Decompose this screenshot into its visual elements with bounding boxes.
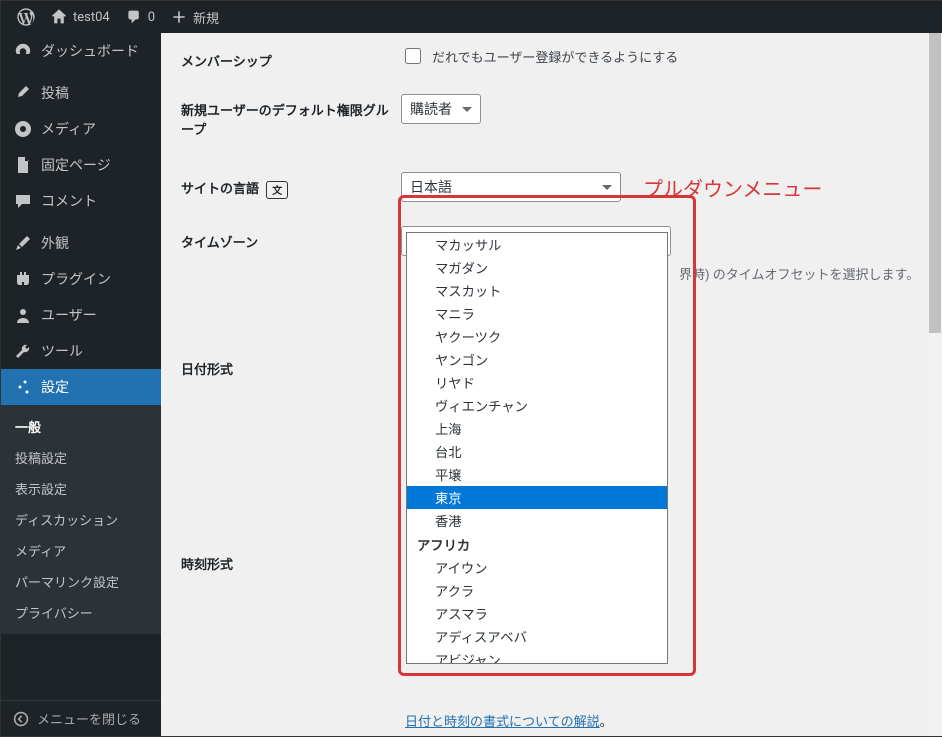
menu-appearance[interactable]: 外観: [1, 225, 161, 261]
default-role-label: 新規ユーザーのデフォルト権限グループ: [181, 94, 401, 138]
user-icon: [13, 305, 33, 325]
submenu-general[interactable]: 一般: [1, 411, 161, 442]
timezone-option[interactable]: アディスアベバ: [407, 625, 667, 648]
timezone-option[interactable]: ヤンゴン: [407, 348, 667, 371]
date-format-label: 日付形式: [181, 353, 401, 378]
membership-label: メンバーシップ: [181, 45, 401, 70]
menu-plugins[interactable]: プラグイン: [1, 261, 161, 297]
language-select[interactable]: 日本語: [401, 172, 621, 202]
menu-settings[interactable]: 設定: [1, 369, 161, 405]
menu-media[interactable]: メディア: [1, 111, 161, 147]
timezone-option[interactable]: 上海: [407, 417, 667, 440]
menu-users[interactable]: ユーザー: [1, 297, 161, 333]
menu-pages[interactable]: 固定ページ: [1, 147, 161, 183]
menu-label: 投稿: [41, 83, 69, 103]
row-membership: メンバーシップ だれでもユーザー登録ができるようにする: [181, 45, 923, 70]
media-icon: [13, 119, 33, 139]
timezone-option[interactable]: アクラ: [407, 579, 667, 602]
menu-label: ツール: [41, 341, 83, 361]
time-format-label: 時刻形式: [181, 548, 401, 573]
home-icon: [51, 9, 67, 25]
menu-label: コメント: [41, 191, 97, 211]
row-language: サイトの言語 文 日本語 プルダウンメニュー: [181, 172, 923, 202]
timezone-option[interactable]: ヴィエンチャン: [407, 394, 667, 417]
timezone-option[interactable]: リヤド: [407, 371, 667, 394]
timezone-label: タイムゾーン: [181, 226, 401, 251]
timezone-option[interactable]: マニラ: [407, 302, 667, 325]
collapse-menu[interactable]: メニューを閉じる: [1, 700, 161, 736]
timezone-option[interactable]: アビジャン: [407, 648, 667, 664]
language-label: サイトの言語 文: [181, 172, 401, 199]
timezone-option[interactable]: 東京: [407, 486, 667, 509]
admin-bar: test04 0 新規: [1, 1, 942, 33]
timezone-option[interactable]: 台北: [407, 440, 667, 463]
collapse-label: メニューを閉じる: [37, 709, 141, 728]
pin-icon: [13, 83, 33, 103]
plugin-icon: [13, 269, 33, 289]
timezone-listbox[interactable]: マカッサルマガダンマスカットマニラヤクーツクヤンゴンリヤドヴィエンチャン上海台北…: [406, 232, 668, 664]
comments-bubble[interactable]: 0: [118, 9, 163, 25]
timezone-optgroup: アフリカ: [407, 532, 667, 556]
menu-comments[interactable]: コメント: [1, 183, 161, 219]
menu-label: 設定: [41, 377, 69, 397]
submenu-reading[interactable]: 表示設定: [1, 473, 161, 504]
settings-submenu: 一般 投稿設定 表示設定 ディスカッション メディア パーマリンク設定 プライバ…: [1, 405, 161, 634]
menu-posts[interactable]: 投稿: [1, 75, 161, 111]
doc-link-row: 日付と時刻の書式についての解説。: [405, 711, 613, 730]
admin-sidebar: ダッシュボード 投稿 メディア 固定ページ コメント 外観 プラグイン ユーザー…: [1, 33, 161, 736]
submenu-permalink[interactable]: パーマリンク設定: [1, 566, 161, 597]
collapse-icon: [13, 711, 29, 727]
membership-checkbox-label: だれでもユーザー登録ができるようにする: [432, 47, 678, 66]
site-name[interactable]: test04: [43, 9, 118, 25]
translate-icon: 文: [266, 181, 288, 199]
brush-icon: [13, 233, 33, 253]
menu-tools[interactable]: ツール: [1, 333, 161, 369]
scrollbar-thumb[interactable]: [929, 33, 941, 333]
annotation-text: プルダウンメニュー: [643, 173, 822, 202]
new-label: 新規: [193, 8, 219, 27]
dashboard-icon: [13, 41, 33, 61]
membership-checkbox[interactable]: [405, 48, 421, 64]
menu-label: 外観: [41, 233, 69, 253]
menu-label: ユーザー: [41, 305, 97, 325]
menu-dashboard[interactable]: ダッシュボード: [1, 33, 161, 69]
page-scrollbar[interactable]: [927, 33, 942, 736]
timezone-option[interactable]: 香港: [407, 509, 667, 532]
submenu-media[interactable]: メディア: [1, 535, 161, 566]
submenu-writing[interactable]: 投稿設定: [1, 442, 161, 473]
menu-label: ダッシュボード: [41, 41, 139, 61]
menu-label: メディア: [41, 119, 96, 139]
timezone-option[interactable]: アイウン: [407, 556, 667, 579]
comment-icon: [126, 9, 142, 25]
new-content[interactable]: 新規: [163, 8, 227, 27]
wp-logo[interactable]: [9, 8, 43, 26]
sliders-icon: [13, 377, 33, 397]
wordpress-icon: [17, 8, 35, 26]
timezone-desc: 界時) のタイムオフセットを選択します。: [679, 268, 919, 283]
default-role-select[interactable]: 購読者: [401, 94, 481, 124]
site-name-label: test04: [73, 10, 110, 25]
comment-icon: [13, 191, 33, 211]
timezone-option[interactable]: 平壌: [407, 463, 667, 486]
page-icon: [13, 155, 33, 175]
comments-count: 0: [148, 10, 155, 25]
timezone-option[interactable]: マガダン: [407, 256, 667, 279]
timezone-option[interactable]: アスマラ: [407, 602, 667, 625]
timezone-option[interactable]: マカッサル: [407, 233, 667, 256]
menu-label: 固定ページ: [41, 155, 111, 175]
submenu-discussion[interactable]: ディスカッション: [1, 504, 161, 535]
menu-label: プラグイン: [41, 269, 111, 289]
timezone-option[interactable]: ヤクーツク: [407, 325, 667, 348]
timezone-option[interactable]: マスカット: [407, 279, 667, 302]
wrench-icon: [13, 341, 33, 361]
submenu-privacy[interactable]: プライバシー: [1, 597, 161, 628]
date-time-doc-link[interactable]: 日付と時刻の書式についての解説: [405, 715, 600, 730]
row-default-role: 新規ユーザーのデフォルト権限グループ 購読者: [181, 94, 923, 138]
plus-icon: [171, 9, 187, 25]
